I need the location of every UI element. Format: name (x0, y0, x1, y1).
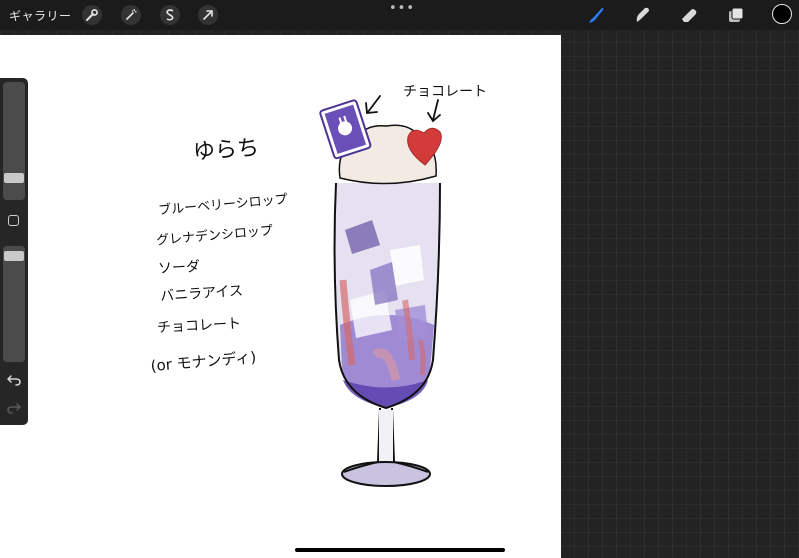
magic-wand-icon (126, 8, 137, 20)
eraser-icon[interactable] (678, 4, 700, 26)
artwork-title-text: ゆらち (192, 136, 260, 166)
gallery-button[interactable]: ギャラリー (9, 7, 72, 24)
opacity-slider[interactable] (3, 246, 25, 362)
layers-icon[interactable] (725, 4, 747, 26)
brush-icon[interactable] (585, 4, 607, 26)
redo-icon[interactable] (7, 402, 21, 414)
adjustments-wand-button[interactable] (121, 5, 141, 25)
recipe-line-1: ブルーベリーシロップ (158, 191, 289, 218)
glass-foot (341, 461, 431, 487)
actions-wrench-button[interactable] (82, 5, 102, 25)
artwork: ゆらち ブルーベリーシロップ グレナデンシロップ ソーダ バニラアイス チョコレ… (150, 84, 487, 487)
annotation-arrow-right (427, 99, 441, 123)
brush-size-thumb[interactable] (4, 173, 24, 183)
recipe-line-6: (or モナンディ) (150, 348, 257, 375)
smudge-icon[interactable] (631, 4, 653, 26)
modify-square-button[interactable] (8, 215, 19, 226)
left-sidebar (0, 78, 28, 425)
top-toolbar: ギャラリー ••• (0, 0, 799, 30)
recipe-line-3: ソーダ (158, 259, 201, 277)
more-menu-dots[interactable]: ••• (389, 1, 415, 16)
transform-button[interactable] (198, 5, 218, 25)
card-decoration (319, 99, 372, 160)
opacity-thumb[interactable] (4, 251, 24, 261)
recipe-line-5: チョコレート (157, 316, 242, 336)
drawing-canvas[interactable]: ゆらち ブルーベリーシロップ グレナデンシロップ ソーダ バニラアイス チョコレ… (0, 35, 561, 558)
home-indicator (295, 548, 505, 552)
annotation-arrow-left (365, 95, 381, 114)
color-swatch[interactable] (772, 4, 792, 24)
selection-s-icon (166, 9, 174, 21)
transform-arrow-icon (203, 10, 213, 20)
chocolate-annotation: チョコレート (403, 84, 487, 100)
recipe-line-2: グレナデンシロップ (156, 223, 274, 249)
brush-size-slider[interactable] (3, 82, 25, 200)
recipe-line-4: バニラアイス (160, 283, 244, 305)
wrench-icon (86, 9, 98, 21)
selection-button[interactable] (160, 5, 180, 25)
undo-icon[interactable] (7, 374, 21, 386)
